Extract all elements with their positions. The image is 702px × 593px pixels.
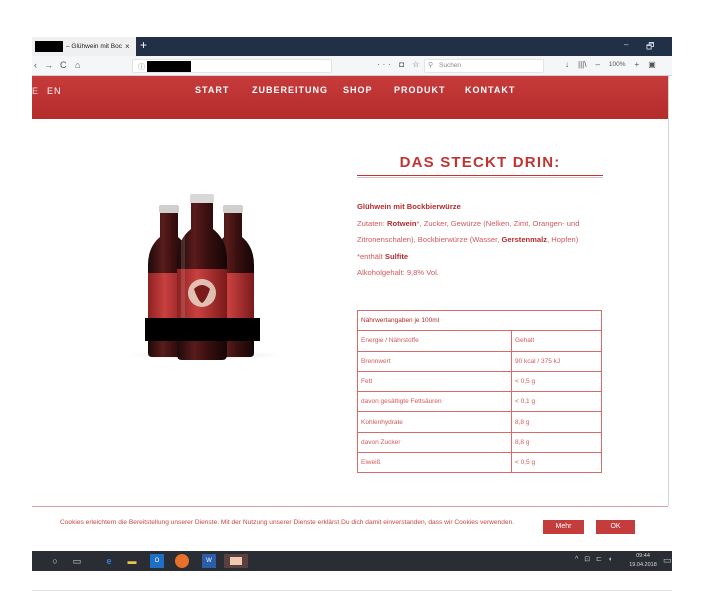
section-heading: DAS STECKT DRIN: — [399, 154, 561, 171]
home-icon[interactable]: ⌂ — [75, 60, 80, 70]
address-bar[interactable]: ⓘ — [132, 59, 332, 73]
sidebar-icon[interactable]: ▣ — [648, 60, 656, 70]
table-row: Brennwert 90 kcal / 375 kJ — [357, 350, 602, 372]
reload-icon[interactable]: C — [60, 60, 67, 70]
ingredients-end: , Hopfen) — [547, 235, 579, 244]
table-row: Kohlenhydrate 8,8 g — [357, 411, 602, 433]
nutrient-label: Energie / Nährstoffe — [357, 330, 512, 352]
maximize-icon[interactable]: 🗗 — [646, 39, 654, 55]
table-row: Eiweiß < 0,5 g — [357, 452, 602, 474]
site-header: E EN START ZUBEREITUNG SHOP PRODUKT KONTA… — [32, 76, 668, 119]
taskbar: ○ ▭ e ▬ O W ^ ⊡ ⊏ ◖ 09:44 19.04.2018 ▭ — [32, 551, 672, 571]
nav-start[interactable]: START — [195, 85, 229, 95]
zoom-out-icon[interactable]: – — [595, 60, 599, 70]
table-row: Fett < 0,5 g — [357, 370, 602, 393]
sulfite-label: Sulfite — [384, 251, 409, 261]
nutrient-label: Fett — [357, 370, 512, 393]
download-icon[interactable]: ↓ — [565, 60, 569, 70]
redacted-region — [35, 41, 63, 52]
cortana-icon[interactable]: ○ — [48, 554, 62, 568]
nutrition-table: Nährwertangaben je 100ml Energie / Nährs… — [357, 309, 602, 474]
library-icon[interactable]: |||\ — [578, 60, 586, 70]
product-description: Glühwein mit Bockbierwürze Zutaten: Rotw… — [357, 199, 607, 282]
cookie-bar-divider — [32, 506, 668, 507]
nutrient-value: Gehalt — [511, 330, 602, 352]
table-row: davon Zucker 8,8 g — [357, 431, 602, 454]
lang-en-link[interactable]: EN — [47, 86, 62, 96]
clock-date: 19.04.2018 — [629, 561, 657, 568]
cookie-notice-text: Cookies erleichtern die Bereitstellung u… — [60, 519, 515, 526]
sulfite-prefix: *enthält — [357, 251, 385, 261]
nutrient-value: 8,8 g — [511, 431, 602, 454]
zoom-in-icon[interactable]: + — [635, 60, 640, 70]
page-actions-icons[interactable]: ··· ◘ ☆ — [377, 60, 422, 69]
nav-produkt[interactable]: PRODUKT — [394, 85, 446, 95]
redacted-url — [147, 61, 191, 72]
active-app-icon[interactable] — [224, 554, 248, 568]
cookie-more-button[interactable]: Mehr — [543, 520, 584, 534]
word-icon[interactable]: W — [202, 554, 216, 568]
nutrient-label: Kohlenhydrate — [357, 411, 512, 433]
nutrient-value: < 0,5 g — [511, 370, 602, 393]
nutrient-label: davon gesättigte Fettsäuren — [357, 391, 512, 413]
screenshot: – Glühwein mit Bock × + – 🗗 ‹ → C ⌂ ⓘ ··… — [0, 0, 702, 593]
task-view-icon[interactable]: ▭ — [70, 554, 84, 568]
file-explorer-icon[interactable]: ▬ — [125, 554, 139, 568]
table-row: Energie / Nährstoffe Gehalt — [357, 330, 602, 352]
back-icon[interactable]: ‹ — [34, 60, 37, 70]
product-name: Glühwein mit Bockbierwürze — [357, 202, 461, 211]
scrollbar-edge — [668, 76, 669, 506]
nutrient-value: < 0,1 g — [511, 391, 602, 413]
new-tab-icon[interactable]: + — [140, 38, 147, 52]
product-image — [115, 194, 295, 361]
browser-tab[interactable]: – Glühwein mit Bock × — [32, 37, 136, 56]
search-placeholder: Suchen — [439, 62, 462, 69]
nutrition-header-row: Nährwertangaben je 100ml — [357, 309, 602, 332]
nutrient-label: davon Zucker — [357, 431, 512, 454]
minimize-icon[interactable]: – — [624, 40, 628, 49]
cookie-ok-button[interactable]: OK — [596, 520, 635, 534]
notification-icon[interactable]: ▭ — [663, 555, 672, 566]
firefox-icon[interactable] — [175, 554, 189, 568]
zoom-level[interactable]: 100% — [609, 60, 626, 70]
nav-kontakt[interactable]: KONTAKT — [465, 85, 515, 95]
heading-divider — [357, 175, 603, 176]
nutrient-value: 8,8 g — [511, 411, 602, 433]
redacted-region — [145, 318, 260, 341]
table-row: davon gesättigte Fettsäuren < 0,1 g — [357, 391, 602, 413]
forward-icon[interactable]: → — [44, 60, 53, 70]
nutrient-value: 90 kcal / 375 kJ — [511, 350, 602, 372]
language-switch: E EN — [32, 86, 62, 96]
page-bottom-edge — [32, 590, 672, 591]
edge-icon[interactable]: e — [102, 554, 116, 568]
info-icon: ⓘ — [138, 64, 145, 71]
alcohol-content: Alkoholgehalt: 9,8% Vol. — [357, 268, 439, 277]
ingredient-gerstenmalz: Gerstenmalz — [501, 235, 548, 244]
ingredients-prefix: Zutaten: — [357, 218, 387, 228]
outlook-icon[interactable]: O — [150, 554, 164, 568]
search-icon: ⚲ — [428, 62, 434, 69]
system-tray-icons[interactable]: ^ ⊡ ⊏ ◖ — [575, 555, 614, 563]
browser-toolbar: ‹ → C ⌂ ⓘ ··· ◘ ☆ ⚲ Suchen ↓ |||\ – 100%… — [32, 56, 672, 76]
taskbar-clock[interactable]: 09:44 19.04.2018 — [625, 552, 661, 569]
ingredient-rotwein: Rotwein — [386, 218, 417, 228]
nav-zubereitung[interactable]: ZUBEREITUNG — [252, 85, 328, 95]
clock-time: 09:44 — [636, 553, 650, 559]
close-tab-icon[interactable]: × — [125, 42, 130, 51]
nutrient-value: < 0,5 g — [511, 452, 602, 474]
nutrition-title: Nährwertangaben je 100ml — [357, 309, 602, 332]
nav-shop[interactable]: SHOP — [343, 85, 373, 95]
lang-de-link[interactable]: E — [32, 86, 39, 96]
nutrient-label: Eiweiß — [357, 452, 512, 474]
heading-divider-shadow — [357, 177, 603, 178]
tab-title: – Glühwein mit Bock — [66, 43, 122, 50]
search-input[interactable]: ⚲ Suchen — [424, 59, 544, 73]
browser-tab-bar: – Glühwein mit Bock × + – 🗗 — [32, 37, 672, 56]
browser-tools: ↓ |||\ – 100% + ▣ — [565, 60, 656, 70]
nutrient-label: Brennwert — [357, 350, 512, 372]
